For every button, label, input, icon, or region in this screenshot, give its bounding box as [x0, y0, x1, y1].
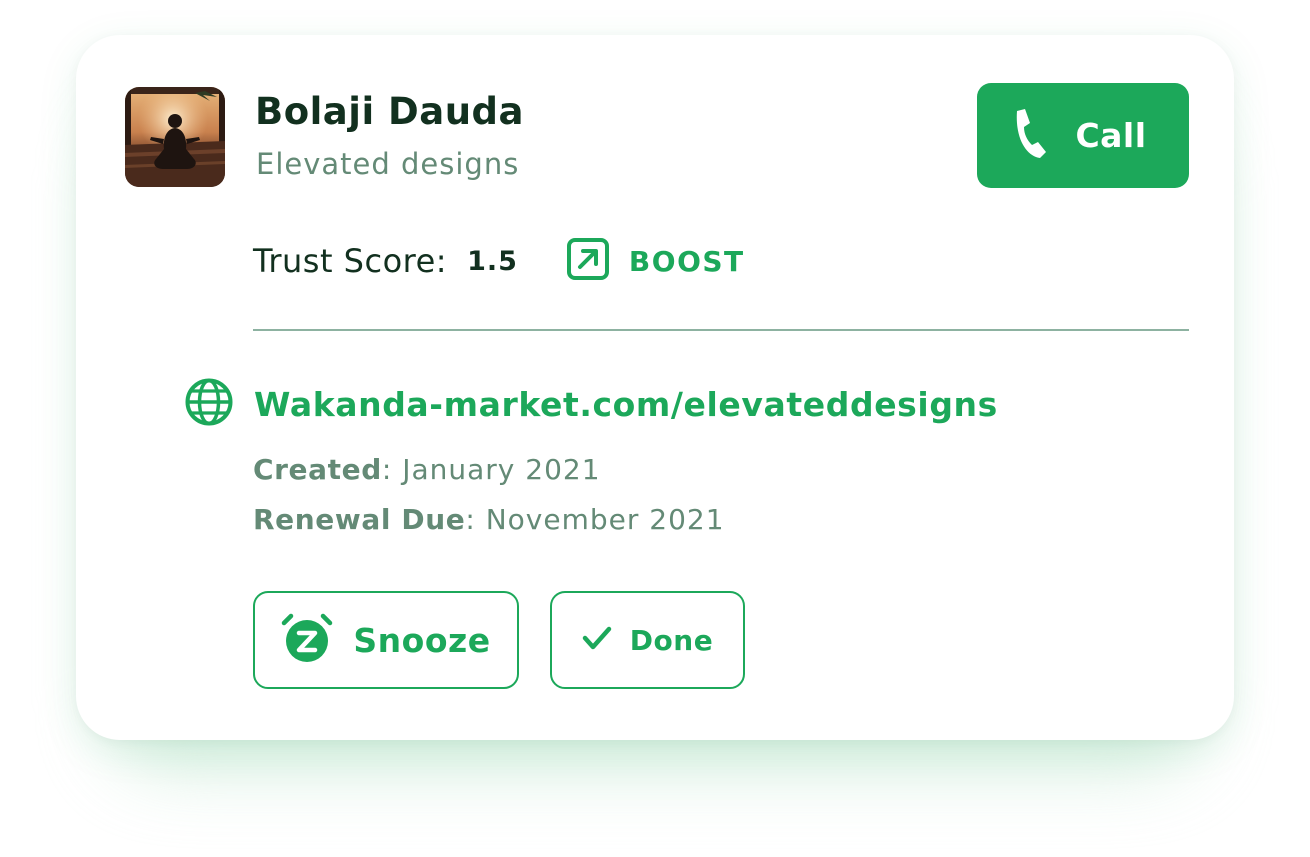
renewal-label: Renewal Due	[253, 503, 466, 536]
call-button[interactable]: Call	[977, 83, 1189, 188]
meditation-photo	[125, 87, 225, 187]
renewal-value: : November 2021	[465, 503, 725, 536]
website-row: Wakanda-market.com/elevateddesigns	[184, 377, 998, 431]
call-button-label: Call	[1075, 116, 1147, 155]
created-value: : January 2021	[381, 453, 601, 486]
globe-icon	[184, 377, 234, 431]
alarm-clock-z-icon	[281, 612, 333, 668]
snooze-button[interactable]: Snooze	[253, 591, 519, 689]
website-link[interactable]: Wakanda-market.com/elevateddesigns	[254, 385, 998, 424]
contact-name: Bolaji Dauda	[255, 90, 524, 133]
done-button[interactable]: Done	[550, 591, 745, 689]
arrow-up-right-square-icon	[566, 237, 610, 285]
page: Bolaji Dauda Elevated designs Call Trust…	[0, 0, 1310, 857]
divider	[253, 329, 1189, 331]
checkmark-icon	[582, 625, 612, 655]
created-label: Created	[253, 453, 382, 486]
avatar	[125, 87, 225, 187]
contact-card: Bolaji Dauda Elevated designs Call Trust…	[76, 35, 1234, 740]
created-date: Created: January 2021	[253, 453, 601, 486]
phone-icon	[1013, 108, 1047, 164]
snooze-label: Snooze	[353, 620, 491, 660]
trust-score-label: Trust Score:	[253, 242, 448, 280]
boost-button[interactable]: BOOST	[566, 237, 745, 285]
renewal-date: Renewal Due: November 2021	[253, 503, 725, 536]
trust-score-value: 1.5	[467, 245, 518, 277]
boost-label: BOOST	[628, 244, 745, 278]
trust-score-row: Trust Score: 1.5 BOOST	[253, 238, 745, 284]
company-name: Elevated designs	[256, 147, 520, 181]
done-label: Done	[629, 623, 714, 657]
